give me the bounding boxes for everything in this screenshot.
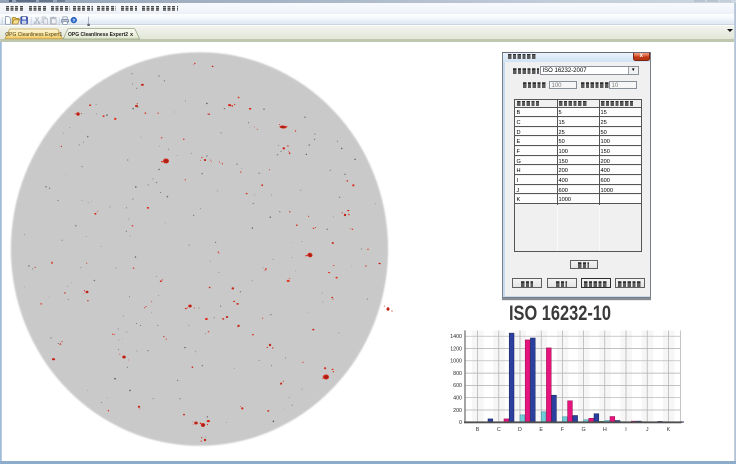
- svg-text:400: 400: [453, 396, 462, 402]
- svg-text:F: F: [561, 427, 565, 433]
- svg-text:1000: 1000: [450, 359, 462, 365]
- svg-text:0: 0: [459, 420, 462, 426]
- svg-text:K: K: [667, 427, 671, 433]
- svg-text:H: H: [603, 427, 607, 433]
- svg-text:1400: 1400: [450, 334, 462, 340]
- svg-text:800: 800: [453, 371, 462, 377]
- svg-text:200: 200: [453, 408, 462, 414]
- svg-text:600: 600: [453, 383, 462, 389]
- svg-text:J: J: [646, 427, 649, 433]
- svg-text:C: C: [497, 427, 501, 433]
- svg-text:G: G: [581, 427, 585, 433]
- svg-text:1200: 1200: [450, 346, 462, 352]
- svg-text:E: E: [539, 427, 543, 433]
- svg-text:D: D: [518, 427, 522, 433]
- svg-text:I: I: [625, 427, 627, 433]
- svg-text:B: B: [476, 427, 480, 433]
